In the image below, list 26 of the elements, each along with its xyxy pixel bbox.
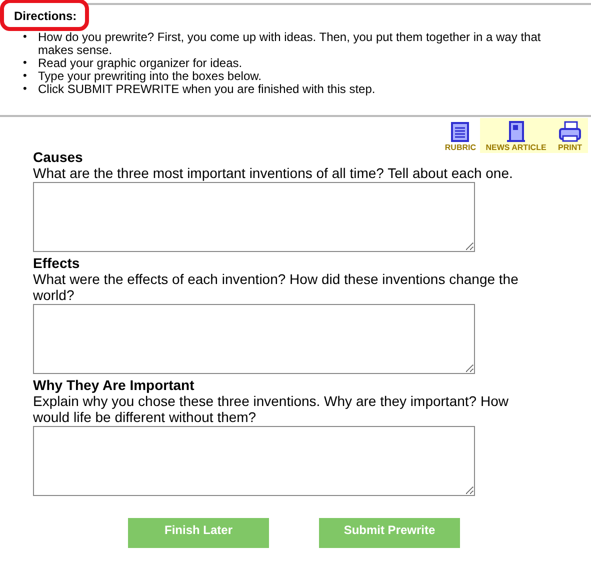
answer-box[interactable] <box>33 182 475 252</box>
section-title: Causes <box>33 149 84 165</box>
section-prompt: Explain why you chose these three inventions. Why are they important? How would life be different without them? <box>33 393 510 425</box>
tool-button[interactable]: NEWS ARTICLE <box>480 118 552 153</box>
section-prompt: What were the effects of each invention? How did these inventions change the world? <box>33 271 520 303</box>
printer-icon <box>558 121 582 143</box>
finish-later-button[interactable]: Finish Later <box>128 518 269 548</box>
answer-box[interactable] <box>33 426 475 496</box>
direction-item: Type your prewriting into the boxes below. <box>38 70 262 83</box>
document-icon <box>505 121 527 143</box>
submit-button[interactable]: Submit Prewrite <box>319 518 460 548</box>
section-title: Effects <box>33 255 81 271</box>
section-title: Why They Are Important <box>33 377 196 393</box>
bullet: • <box>23 83 28 96</box>
answer-box[interactable] <box>33 304 475 374</box>
tool-button[interactable]: PRINT <box>552 118 588 153</box>
bullet: • <box>23 70 28 83</box>
bullet: • <box>23 57 28 70</box>
directions-heading: Directions: <box>0 0 89 31</box>
direction-item: Read your graphic organizer for ideas. <box>38 57 244 70</box>
direction-item: How do you prewrite? First, you come up with ideas. Then, you put them together in a way that makes sense. <box>38 31 542 57</box>
tool-button[interactable]: RUBRIC <box>440 118 480 153</box>
section-prompt: What are the three most important inventions of all time? Tell about each one. <box>33 165 514 181</box>
bullet: • <box>23 31 28 45</box>
list-icon <box>449 121 472 143</box>
direction-item: Click SUBMIT PREWRITE when you are finished with this step. <box>38 83 376 96</box>
